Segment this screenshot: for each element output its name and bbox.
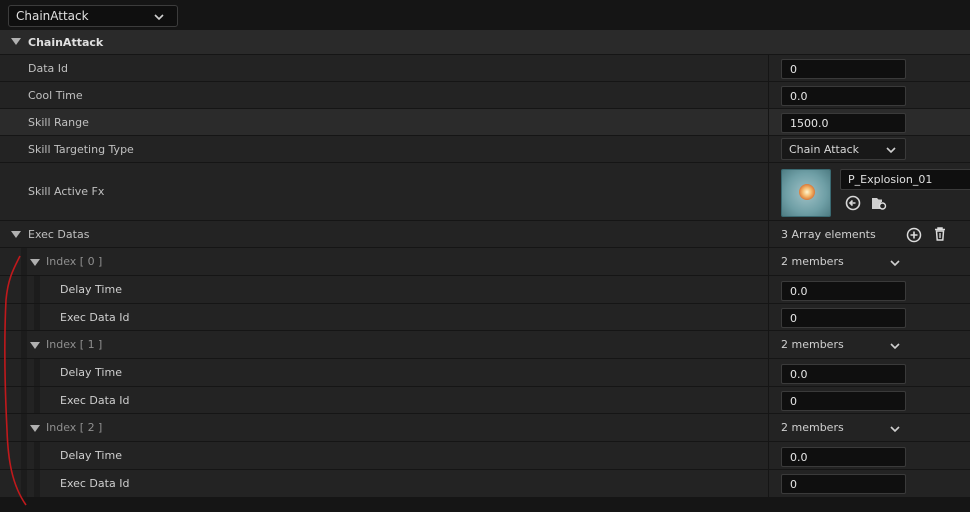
- members-count: 2 members: [781, 338, 844, 351]
- asset-thumbnail[interactable]: [781, 169, 831, 217]
- property-label: Exec Data Id: [60, 393, 130, 407]
- indent-guide: [21, 331, 27, 358]
- triangle-down-icon: [30, 425, 40, 433]
- array-index-label: Index [ 1 ]: [46, 338, 103, 351]
- array-count: 3 Array elements: [781, 227, 876, 241]
- property-label: Delay Time: [60, 449, 122, 462]
- exec-data-id-field[interactable]: 0: [781, 308, 906, 328]
- delay-time-field[interactable]: 0.0: [781, 281, 906, 301]
- indent-guide: [34, 387, 40, 413]
- browse-folder-icon[interactable]: [871, 195, 887, 211]
- property-label: Data Id: [28, 61, 68, 75]
- member-row-exec-data-id: Exec Data Id 0: [0, 304, 970, 331]
- array-header-exec-datas[interactable]: Exec Datas 3 Array elements: [0, 221, 970, 248]
- chevron-down-icon[interactable]: [889, 257, 901, 269]
- property-label: Skill Targeting Type: [28, 142, 134, 156]
- indent-guide: [21, 387, 27, 413]
- details-panel: ChainAttack ChainAttack Data Id 0 Cool T…: [0, 0, 970, 512]
- skill-targeting-type-select[interactable]: Chain Attack: [781, 138, 906, 160]
- delay-time-field[interactable]: 0.0: [781, 364, 906, 384]
- member-row-delay-time: Delay Time 0.0: [0, 442, 970, 470]
- explosion-preview-image: [799, 184, 815, 200]
- skill-range-field[interactable]: 1500.0: [781, 113, 906, 133]
- triangle-down-icon: [11, 231, 21, 239]
- indent-guide: [21, 359, 27, 386]
- exec-data-id-field[interactable]: 0: [781, 391, 906, 411]
- property-label: Exec Data Id: [60, 310, 130, 324]
- class-dropdown[interactable]: ChainAttack: [8, 5, 178, 27]
- chevron-down-icon: [153, 11, 165, 23]
- column-divider[interactable]: [768, 359, 769, 386]
- array-element-index-0[interactable]: Index [ 0 ] 2 members: [0, 248, 970, 276]
- column-divider[interactable]: [768, 248, 769, 275]
- member-row-exec-data-id: Exec Data Id 0: [0, 470, 970, 498]
- chevron-down-icon: [885, 144, 897, 156]
- column-divider[interactable]: [768, 55, 769, 81]
- property-label: Exec Datas: [28, 227, 90, 241]
- property-label: Delay Time: [60, 366, 122, 379]
- trash-icon[interactable]: [932, 226, 948, 242]
- property-row-skill-range: Skill Range 1500.0: [0, 109, 970, 136]
- column-divider[interactable]: [768, 470, 769, 497]
- column-divider[interactable]: [768, 136, 769, 162]
- indent-guide: [21, 470, 27, 497]
- property-row-data-id: Data Id 0: [0, 55, 970, 82]
- property-label: Skill Active Fx: [28, 185, 105, 198]
- category-title: ChainAttack: [28, 35, 104, 49]
- column-divider[interactable]: [768, 82, 769, 108]
- column-divider[interactable]: [768, 221, 769, 247]
- indent-guide: [21, 276, 27, 303]
- array-element-index-1[interactable]: Index [ 1 ] 2 members: [0, 331, 970, 359]
- triangle-down-icon: [30, 342, 40, 350]
- indent-guide: [34, 276, 40, 303]
- add-circle-icon[interactable]: [906, 227, 922, 243]
- asset-name: P_Explosion_01: [848, 173, 933, 186]
- column-divider[interactable]: [768, 163, 769, 220]
- indent-guide: [21, 414, 27, 441]
- property-label: Cool Time: [28, 88, 83, 102]
- property-row-cool-time: Cool Time 0.0: [0, 82, 970, 109]
- triangle-down-icon: [11, 38, 21, 46]
- member-row-delay-time: Delay Time 0.0: [0, 359, 970, 387]
- indent-guide: [21, 248, 27, 275]
- property-label: Delay Time: [60, 283, 122, 296]
- delay-time-field[interactable]: 0.0: [781, 447, 906, 467]
- indent-guide: [34, 442, 40, 469]
- members-count: 2 members: [781, 255, 844, 268]
- arrow-left-circle-icon[interactable]: [845, 195, 861, 211]
- indent-guide: [34, 304, 40, 330]
- property-row-skill-targeting-type: Skill Targeting Type Chain Attack: [0, 136, 970, 163]
- column-divider[interactable]: [768, 109, 769, 135]
- column-divider[interactable]: [768, 304, 769, 330]
- column-divider[interactable]: [768, 387, 769, 413]
- array-element-index-2[interactable]: Index [ 2 ] 2 members: [0, 414, 970, 442]
- class-dropdown-value: ChainAttack: [16, 9, 89, 23]
- member-row-exec-data-id: Exec Data Id 0: [0, 387, 970, 414]
- asset-picker-combo[interactable]: P_Explosion_01: [840, 169, 970, 190]
- column-divider[interactable]: [768, 331, 769, 358]
- indent-guide: [34, 470, 40, 497]
- property-label: Exec Data Id: [60, 477, 130, 490]
- cool-time-field[interactable]: 0.0: [781, 86, 906, 106]
- exec-data-id-field[interactable]: 0: [781, 474, 906, 494]
- array-index-label: Index [ 0 ]: [46, 255, 103, 268]
- chevron-down-icon[interactable]: [889, 423, 901, 435]
- array-index-label: Index [ 2 ]: [46, 421, 103, 434]
- category-header[interactable]: ChainAttack: [0, 30, 970, 54]
- member-row-delay-time: Delay Time 0.0: [0, 276, 970, 304]
- column-divider[interactable]: [768, 442, 769, 469]
- property-label: Skill Range: [28, 115, 89, 129]
- data-id-field[interactable]: 0: [781, 59, 906, 79]
- indent-guide: [34, 359, 40, 386]
- chevron-down-icon[interactable]: [889, 340, 901, 352]
- column-divider[interactable]: [768, 276, 769, 303]
- triangle-down-icon: [30, 259, 40, 267]
- select-value: Chain Attack: [789, 142, 860, 156]
- column-divider[interactable]: [768, 414, 769, 441]
- indent-guide: [21, 442, 27, 469]
- members-count: 2 members: [781, 421, 844, 434]
- indent-guide: [21, 304, 27, 330]
